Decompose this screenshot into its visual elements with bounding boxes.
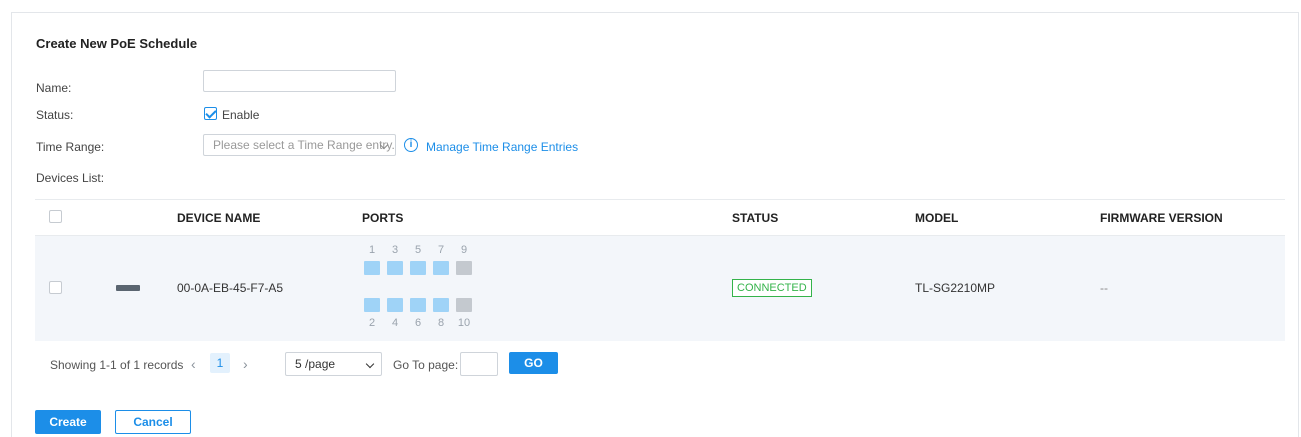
- row-checkbox[interactable]: [49, 281, 62, 294]
- port-number: 4: [391, 317, 399, 329]
- col-device-name[interactable]: DEVICE NAME: [177, 211, 260, 225]
- enable-label: Enable: [222, 108, 260, 122]
- col-firmware-version[interactable]: FIRMWARE VERSION: [1100, 211, 1223, 225]
- create-button[interactable]: Create: [35, 410, 101, 434]
- port-2[interactable]: [364, 298, 380, 312]
- info-icon: i: [404, 138, 418, 152]
- page-1-button[interactable]: 1: [210, 353, 230, 373]
- model-cell: TL-SG2210MP: [915, 281, 996, 295]
- page-title: Create New PoE Schedule: [36, 36, 198, 51]
- port-9[interactable]: [456, 261, 472, 275]
- port-number: 2: [368, 317, 376, 329]
- port-number: 9: [460, 244, 468, 256]
- port-number: 7: [437, 244, 445, 256]
- port-number: 6: [414, 317, 422, 329]
- goto-label: Go To page:: [393, 358, 459, 372]
- devices-list-label: Devices List:: [36, 171, 105, 185]
- device-name-cell: 00-0A-EB-45-F7-A5: [177, 281, 284, 295]
- time-range-select[interactable]: Please select a Time Range entry.: [203, 134, 396, 156]
- page-size-value: 5 /page: [295, 357, 336, 371]
- port-7[interactable]: [433, 261, 449, 275]
- port-1[interactable]: [364, 261, 380, 275]
- prev-page-icon[interactable]: ‹: [191, 356, 196, 372]
- manage-time-range-link[interactable]: Manage Time Range Entries: [426, 140, 578, 154]
- page-size-select[interactable]: 5 /page: [285, 352, 382, 376]
- port-4[interactable]: [387, 298, 403, 312]
- enable-checkbox[interactable]: [204, 107, 217, 120]
- port-8[interactable]: [433, 298, 449, 312]
- port-number: 1: [368, 244, 376, 256]
- name-input[interactable]: [203, 70, 396, 92]
- next-page-icon[interactable]: ›: [243, 356, 248, 372]
- pagination-summary: Showing 1-1 of 1 records: [50, 358, 184, 372]
- switch-device-icon: [116, 285, 140, 291]
- name-label: Name:: [36, 81, 72, 95]
- col-model[interactable]: MODEL: [915, 211, 958, 225]
- status-label: Status:: [36, 108, 74, 122]
- port-10[interactable]: [456, 298, 472, 312]
- time-range-label: Time Range:: [36, 140, 105, 154]
- port-number: 8: [437, 317, 445, 329]
- port-number: 10: [457, 317, 471, 329]
- firmware-cell: --: [1100, 281, 1108, 295]
- go-button[interactable]: GO: [509, 352, 558, 374]
- table-top-border: [35, 199, 1285, 200]
- port-3[interactable]: [387, 261, 403, 275]
- goto-page-input[interactable]: [460, 352, 498, 376]
- port-number: 5: [414, 244, 422, 256]
- col-ports: PORTS: [362, 211, 404, 225]
- chevron-down-icon: [365, 359, 375, 369]
- cancel-button[interactable]: Cancel: [115, 410, 191, 434]
- time-range-placeholder: Please select a Time Range entry.: [213, 138, 395, 152]
- col-status[interactable]: STATUS: [732, 211, 778, 225]
- port-5[interactable]: [410, 261, 426, 275]
- port-6[interactable]: [410, 298, 426, 312]
- port-number: 3: [391, 244, 399, 256]
- poe-schedule-panel: Create New PoE Schedule Name: Status: En…: [11, 12, 1299, 437]
- status-badge: CONNECTED: [732, 279, 812, 297]
- select-all-checkbox[interactable]: [49, 210, 62, 223]
